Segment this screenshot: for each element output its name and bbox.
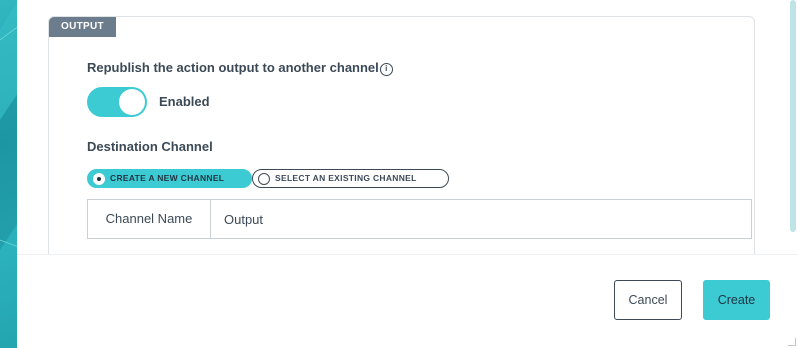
radio-unselected-icon (258, 173, 270, 185)
info-icon[interactable]: i (379, 63, 393, 76)
channel-name-input[interactable] (211, 200, 751, 238)
modal-body[interactable]: OUTPUT Republish the action output to an… (17, 0, 798, 254)
radio-select-existing-channel[interactable]: SELECT AN EXISTING CHANNEL (252, 169, 449, 188)
output-section: OUTPUT Republish the action output to an… (48, 16, 755, 254)
create-action-modal: OUTPUT Republish the action output to an… (17, 0, 798, 348)
destination-channel-label: Destination Channel (87, 139, 213, 154)
republish-label: Republish the action output to another c… (87, 60, 393, 76)
radio-selected-icon (93, 173, 105, 185)
cancel-button[interactable]: Cancel (614, 280, 682, 320)
republish-label-text: Republish the action output to another c… (87, 60, 379, 75)
channel-name-addon: Channel Name (88, 200, 211, 238)
radio-create-new-channel[interactable]: CREATE A NEW CHANNEL (87, 169, 252, 188)
republish-toggle[interactable] (87, 87, 147, 117)
radio-create-new-label: CREATE A NEW CHANNEL (110, 173, 225, 183)
resize-grip-icon[interactable] (788, 338, 796, 346)
toggle-knob (119, 89, 145, 115)
toggle-label: Enabled (159, 94, 210, 109)
radio-select-existing-label: SELECT AN EXISTING CHANNEL (275, 173, 417, 183)
scrollbar[interactable] (788, 0, 798, 232)
create-button[interactable]: Create (703, 280, 770, 320)
channel-name-field: Channel Name (87, 199, 752, 239)
modal-footer: Cancel Create (17, 254, 798, 348)
scrollbar-thumb[interactable] (790, 0, 796, 232)
section-tag: OUTPUT (49, 17, 116, 37)
